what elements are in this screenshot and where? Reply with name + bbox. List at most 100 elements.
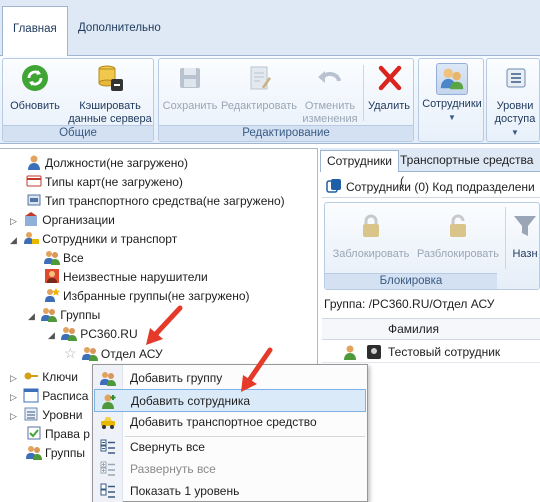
cache-server-data-button[interactable]: Кэшировать данные сервера [67,63,153,126]
save-button[interactable]: Сохранить [161,63,219,113]
context-menu: Добавить группу Добавить сотрудника Доба… [92,364,368,502]
unlock-icon [450,214,466,237]
edit-label: Редактировать [221,100,297,112]
tree-item-unknown-violators[interactable]: Неизвестные нарушители [44,268,208,287]
menu-item-label: Развернуть все [130,462,216,476]
column-header-surname[interactable]: Фамилия [388,319,439,339]
add-employee-icon [102,394,116,409]
tab-employees[interactable]: Сотрудники [320,150,399,172]
undo-label-1: Отменить [304,100,356,112]
tree-item-groups-2[interactable]: Группы [26,444,85,463]
people-group-icon [81,347,98,361]
people-group-icon [61,327,78,341]
table-row[interactable]: Тестовый сотрудник [322,341,540,363]
ribbon-group-editing: Сохранить Редактировать Отменить изменен… [158,58,414,142]
assign-label: Назн [512,248,538,260]
collapse-arrow-icon[interactable]: ◢ [28,311,35,321]
tree-item-label: Ключи [42,370,78,384]
tree-item-groups[interactable]: ◢ Группы [28,306,100,325]
expand-arrow-icon[interactable]: ▷ [10,411,17,421]
delete-label: Удалить [368,100,410,112]
card-icon [26,175,42,187]
tree-item-label: Группы [60,308,101,322]
menu-item-add-vehicle[interactable]: Добавить транспортное средство [94,411,366,434]
menu-item-add-group[interactable]: Добавить группу [94,367,366,390]
block-label: Заблокировать [332,248,410,260]
key-icon [24,372,39,380]
delete-button[interactable]: Удалить [365,63,413,113]
menu-item-label: Добавить сотрудника [131,394,251,408]
group-path: Группа: /PC360.RU/Отдел АСУ [324,297,495,311]
tree-item-favorite-groups[interactable]: Избранные группы(не загружено) [44,287,250,306]
tree-item-label: Должности(не загружено) [45,156,189,170]
tab-home[interactable]: Главная [2,6,68,57]
copy-icon[interactable] [326,178,342,194]
tree-item-levels[interactable]: ▷ Уровни [10,406,82,425]
tree-item-label: Все [63,251,84,265]
undo-changes-button[interactable]: Отменить изменения [299,63,361,126]
rights-icon [27,426,41,440]
tree-item-label: Типы карт(не загружено) [45,175,183,189]
tab-vehicles[interactable]: Транспортные средства ( [394,150,540,188]
collapse-arrow-icon[interactable]: ◢ [48,330,55,340]
refresh-button[interactable]: Обновить [7,63,63,113]
tree-item-organizations[interactable]: ▷ Организации [10,211,115,230]
toolbar-divider [505,207,506,269]
tree-item-label: Отдел АСУ [100,347,163,361]
tree-item-dept-asu[interactable]: ☆ Отдел АСУ [64,344,163,363]
unblock-button[interactable]: Разблокировать [415,211,501,261]
database-icon [98,65,123,91]
tree-item-schedules[interactable]: ▷ Расписа [10,387,88,406]
tree-item-label: Избранные группы(не загружено) [63,289,250,303]
employees-subtitle: Сотрудники (0) Код подразделени [346,180,535,194]
employees-icon-frame [436,63,468,95]
expand-arrow-icon[interactable]: ▷ [10,373,17,383]
menu-item-label: Свернуть все [130,440,205,454]
edit-button[interactable]: Редактировать [221,63,297,113]
unblock-label: Разблокировать [417,248,499,260]
block-button[interactable]: Заблокировать [329,211,413,261]
access-level-icon [24,407,38,421]
menu-item-collapse-all[interactable]: Свернуть все [94,436,366,459]
menu-item-add-employee[interactable]: Добавить сотрудника [94,389,366,412]
tree-item-label: Сотрудники и транспорт [42,232,178,246]
collapse-arrow-icon[interactable]: ◢ [10,235,17,245]
tree-item-rights[interactable]: Права р [26,425,90,444]
expand-arrow-icon[interactable]: ▷ [10,392,17,402]
car-icon [27,194,41,206]
expand-arrow-icon[interactable]: ▷ [10,216,17,226]
menu-item-label: Добавить группу [130,371,223,385]
refresh-icon [22,65,48,91]
access-levels-dropdown-button[interactable]: Уровни доступа ▼ [489,63,540,139]
lock-icon [363,214,379,237]
assign-button[interactable]: Назн [509,211,540,261]
tree-item-pc360[interactable]: ◢ PC360.RU [48,325,138,344]
delete-cross-icon [378,65,402,91]
edit-document-icon [250,66,271,90]
star-icon[interactable]: ☆ [64,345,77,361]
tree-item-all[interactable]: Все [44,249,84,268]
ribbon-group-general: Обновить Кэшировать данные сервера Общие [2,58,154,142]
employees-icon [440,68,464,90]
menu-item-label: Добавить транспортное средство [130,415,317,429]
employee-name: Тестовый сотрудник [388,345,501,359]
people-group-icon [26,446,42,460]
tree-item-card-types[interactable]: Типы карт(не загружено) [26,173,183,192]
schedule-icon [23,388,39,403]
tree-item-keys[interactable]: ▷ Ключи [10,368,78,387]
show-level-icon [100,483,115,498]
organization-icon [25,212,38,226]
tree-item-employees-transport[interactable]: ◢ Сотрудники и транспорт [10,230,177,249]
tree-item-vehicle-types[interactable]: Тип транспортного средства(не загружено) [26,192,285,211]
tree-item-positions[interactable]: Должности(не загружено) [26,154,188,173]
menu-item-expand-all[interactable]: Развернуть все [94,458,366,481]
tree-item-label: Организации [42,213,115,227]
employee-icon [344,345,356,360]
filter-icon [514,216,536,236]
menu-item-show-level-1[interactable]: Показать 1 уровень [94,480,366,502]
tab-additional[interactable]: Дополнительно [68,6,171,57]
employees-dropdown-button[interactable]: Сотрудники ▼ [421,63,483,124]
people-group-icon [41,308,58,322]
grid-header: Фамилия [322,318,540,340]
chevron-down-icon: ▼ [511,128,519,137]
